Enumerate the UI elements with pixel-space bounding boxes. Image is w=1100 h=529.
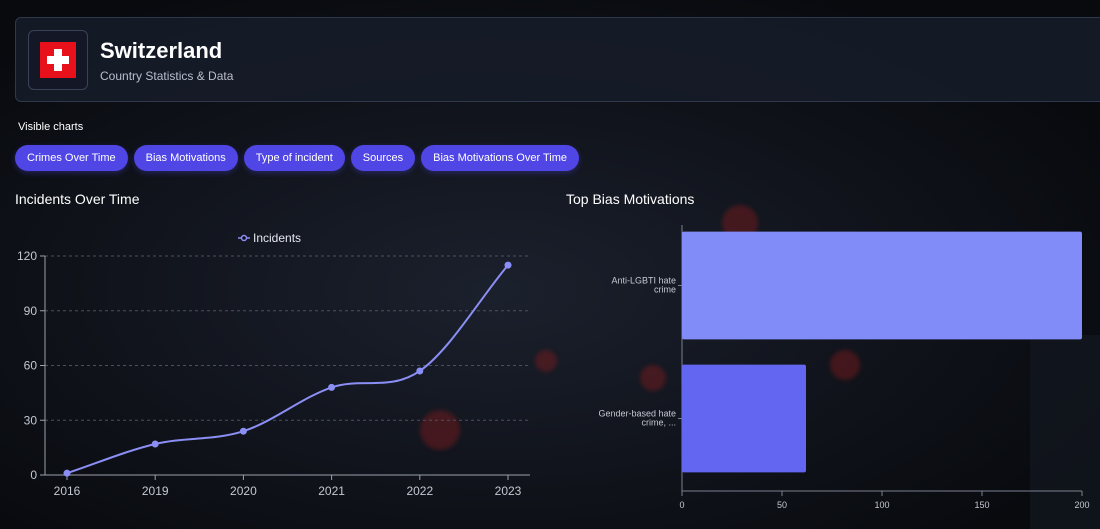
chart-toggle-chips: Crimes Over Time Bias Motivations Type o… — [15, 145, 580, 171]
chip-bias-motivations-over-time[interactable]: Bias Motivations Over Time — [421, 145, 580, 171]
chip-crimes-over-time[interactable]: Crimes Over Time — [15, 145, 128, 171]
bias-bar — [682, 231, 1082, 340]
data-point — [504, 261, 512, 269]
x-tick-label: 2021 — [318, 484, 345, 498]
data-point — [239, 427, 247, 435]
incidents-series-line — [66, 264, 509, 475]
bias-chart-title: Top Bias Motivations — [566, 191, 695, 207]
legend-label: Incidents — [253, 231, 301, 245]
country-subtitle: Country Statistics & Data — [100, 69, 234, 83]
x-tick-label: 200 — [1074, 500, 1089, 510]
data-point — [63, 469, 71, 477]
y-tick-label: 30 — [24, 413, 38, 427]
x-tick-label: 2020 — [230, 484, 257, 498]
category-label: crime, ... — [641, 418, 676, 428]
x-tick-label: 2016 — [54, 484, 81, 498]
data-point — [328, 383, 336, 391]
category-label: crime — [654, 285, 676, 295]
country-header: Switzerland Country Statistics & Data — [15, 17, 1100, 102]
x-tick-label: 0 — [679, 500, 684, 510]
bias-bar — [682, 364, 806, 473]
visible-charts-label: Visible charts — [18, 121, 84, 133]
legend-marker — [240, 234, 248, 242]
x-tick-label: 2022 — [406, 484, 433, 498]
x-tick-label: 100 — [874, 500, 889, 510]
chip-type-of-incident[interactable]: Type of incident — [243, 145, 345, 171]
chip-bias-motivations[interactable]: Bias Motivations — [133, 145, 238, 171]
x-tick-label: 150 — [974, 500, 989, 510]
x-tick-label: 50 — [777, 500, 787, 510]
y-tick-label: 90 — [24, 304, 38, 318]
flag-frame — [28, 30, 88, 90]
incidents-line-chart: 0 30 60 90 120 2016 2019 2020 2021 2022 2023 Incide… — [17, 231, 530, 498]
swiss-flag-icon — [40, 42, 76, 78]
country-title: Switzerland — [100, 38, 223, 63]
x-tick-label: 2023 — [495, 484, 522, 498]
x-tick-label: 2019 — [142, 484, 169, 498]
y-tick-label: 0 — [30, 468, 37, 482]
bias-bar-chart: 0 50 100 150 200Anti-LGBTI hatecrimeGender-b… — [598, 225, 1090, 510]
y-tick-label: 120 — [17, 249, 37, 263]
data-point — [416, 367, 424, 375]
data-point — [151, 440, 159, 448]
incidents-chart-title: Incidents Over Time — [15, 191, 140, 207]
chip-sources[interactable]: Sources — [350, 145, 416, 171]
y-tick-label: 60 — [24, 359, 38, 373]
